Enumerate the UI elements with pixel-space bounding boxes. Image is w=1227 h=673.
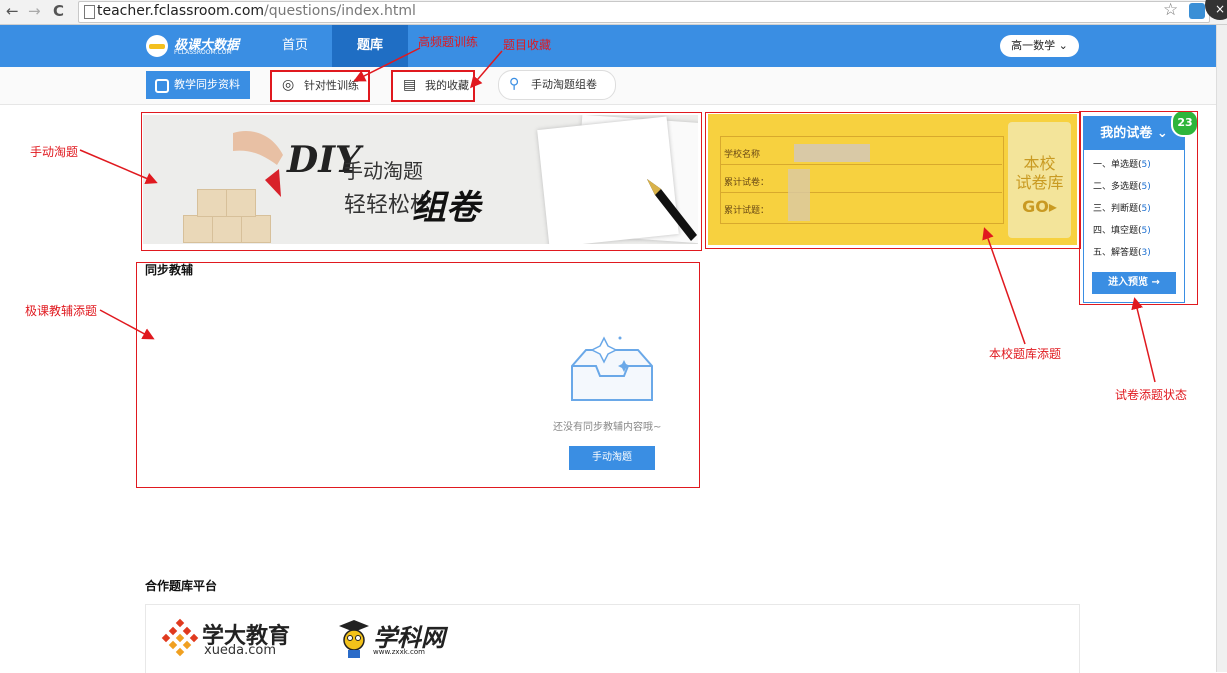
annotation-arrows bbox=[79, 47, 1156, 383]
